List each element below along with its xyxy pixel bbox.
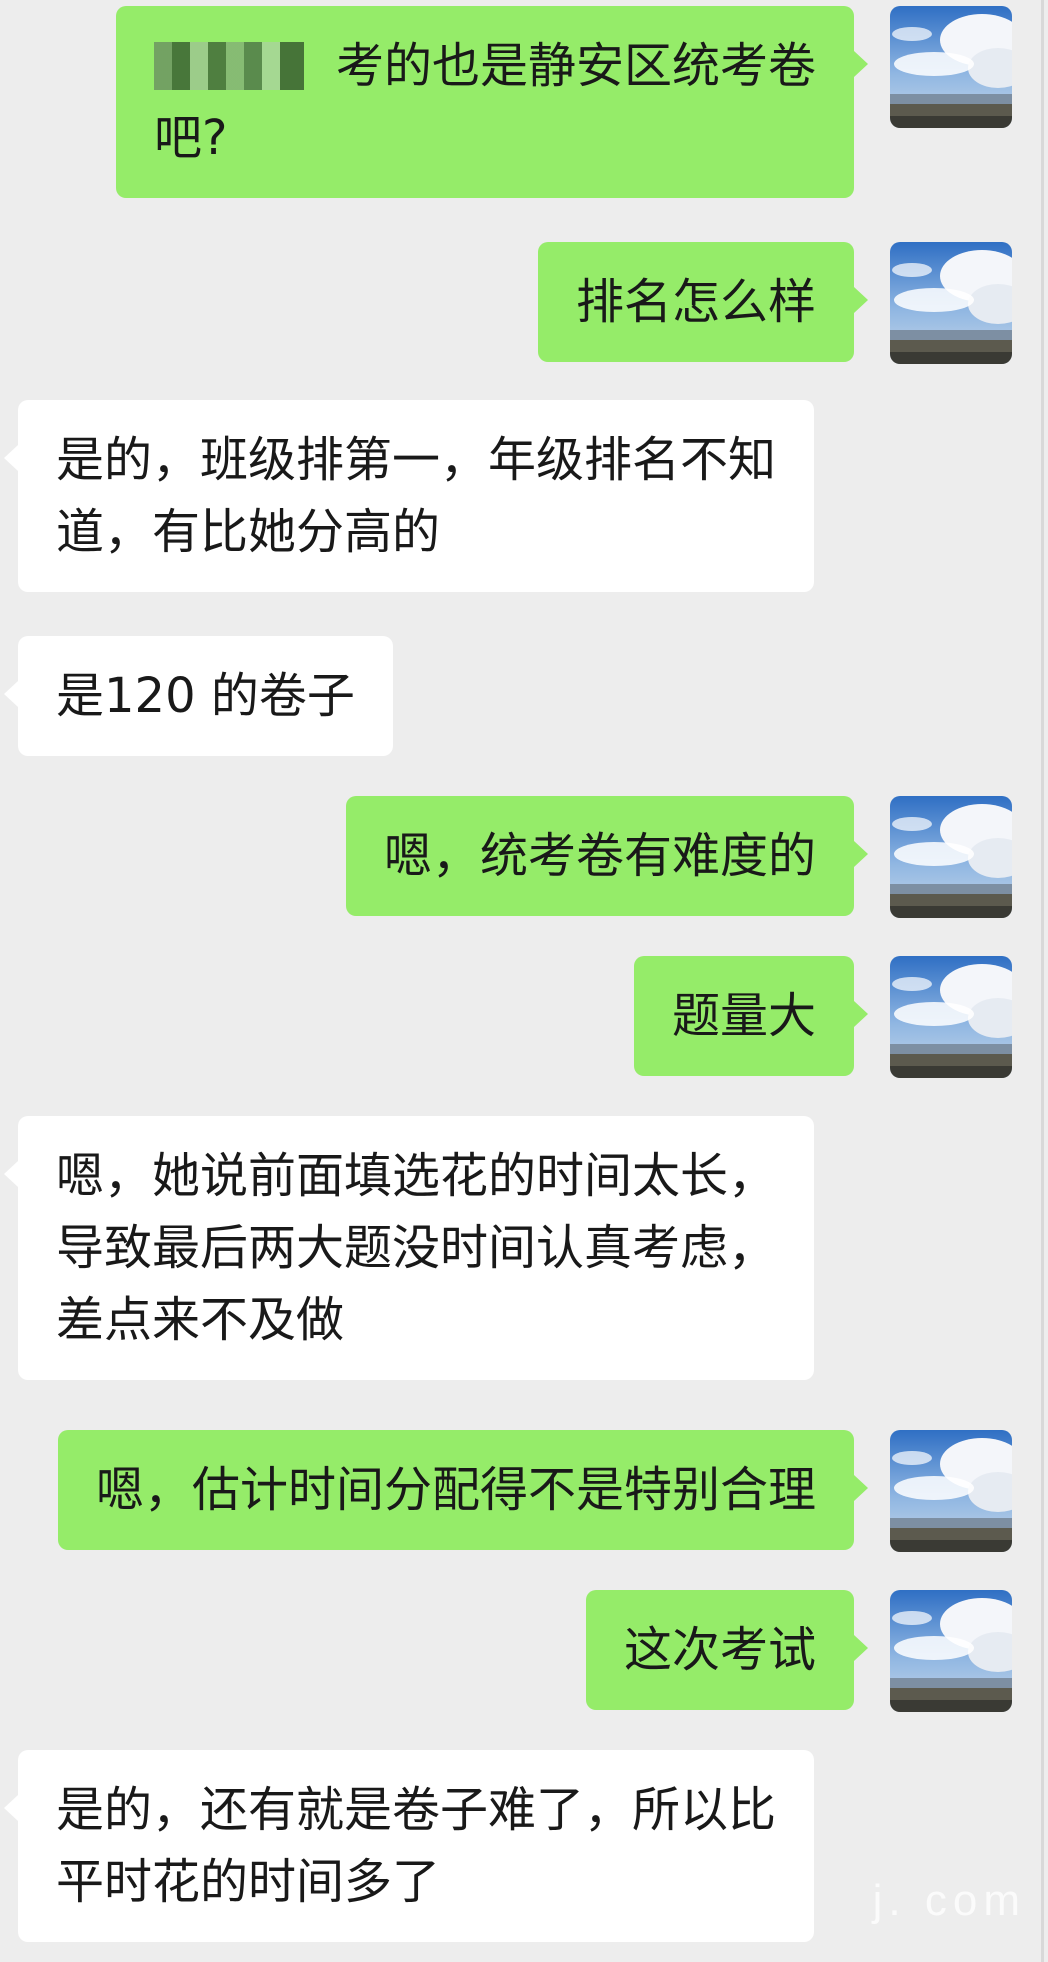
message-text: 道，有比她分高的 — [56, 504, 441, 560]
avatar[interactable] — [890, 1430, 1012, 1552]
message-bubble[interactable]: 题量大 — [633, 956, 869, 1076]
message-bubble[interactable]: 嗯，估计时间分配得不是特别合理 — [57, 1430, 869, 1550]
message-text-line: 嗯，估计时间分配得不是特别合理 — [96, 1454, 816, 1526]
sky-landscape-icon — [890, 796, 1012, 918]
message-bubble[interactable]: 是120 的卷子 — [4, 636, 393, 756]
redacted-name — [153, 42, 304, 90]
message-text-line: 平时花的时间多了 — [56, 1846, 776, 1918]
message-text: 排名怎么样 — [575, 274, 816, 330]
message-bubble[interactable]: 嗯，统考卷有难度的 — [345, 796, 869, 916]
sky-landscape-icon — [890, 956, 1012, 1078]
chat-message-list[interactable]: 考的也是静安区统考卷 吧? 排名怎么样 是的，班级排第一，年级排名不知 道，有比… — [0, 0, 1048, 1962]
message-text: 是的，还有就是卷子难了，所以比 — [56, 1782, 777, 1838]
message-text-line: 是的，还有就是卷子难了，所以比 — [56, 1774, 776, 1846]
message-text: 吧? — [153, 110, 228, 166]
avatar[interactable] — [890, 6, 1012, 128]
message-text: 嗯，她说前面填选花的时间太长， — [56, 1148, 777, 1204]
sky-landscape-icon — [890, 6, 1012, 128]
watermark: j. com — [872, 1876, 1026, 1925]
message-text: 考的也是静安区统考卷 — [335, 38, 816, 94]
message-text-line: 嗯，统考卷有难度的 — [384, 820, 816, 892]
message-text-line: 嗯，她说前面填选花的时间太长， — [56, 1140, 776, 1212]
message-text: 这次考试 — [623, 1622, 816, 1678]
message-bubble[interactable]: 嗯，她说前面填选花的时间太长， 导致最后两大题没时间认真考虑， 差点来不及做 — [3, 1116, 815, 1380]
message-bubble[interactable]: 是的，还有就是卷子难了，所以比 平时花的时间多了 — [3, 1750, 815, 1942]
avatar[interactable] — [890, 956, 1012, 1078]
message-text: 嗯，统考卷有难度的 — [383, 828, 816, 884]
message-text: 导致最后两大题没时间认真考虑， — [56, 1220, 777, 1276]
message-text-line: 考的也是静安区统考卷 — [153, 30, 816, 102]
right-edge-divider — [1041, 0, 1044, 1962]
message-bubble[interactable]: 是的，班级排第一，年级排名不知 道，有比她分高的 — [3, 400, 815, 592]
message-text-line: 排名怎么样 — [576, 266, 816, 338]
message-text: 平时花的时间多了 — [56, 1854, 441, 1910]
message-text-line: 差点来不及做 — [56, 1284, 776, 1356]
avatar[interactable] — [890, 796, 1012, 918]
message-text-line: 导致最后两大题没时间认真考虑， — [56, 1212, 776, 1284]
message-text-line: 题量大 — [672, 980, 816, 1052]
message-bubble[interactable]: 考的也是静安区统考卷吧? — [115, 6, 869, 198]
message-text-line: 这次考试 — [624, 1614, 816, 1686]
message-text-line: 是120 的卷子 — [56, 660, 355, 732]
sky-landscape-icon — [890, 1590, 1012, 1712]
message-text: 是120 的卷子 — [56, 668, 355, 724]
message-text-line: 道，有比她分高的 — [56, 496, 776, 568]
sky-landscape-icon — [890, 242, 1012, 364]
message-text: 嗯，估计时间分配得不是特别合理 — [95, 1462, 816, 1518]
message-text-line: 吧? — [154, 102, 816, 174]
avatar[interactable] — [890, 242, 1012, 364]
message-text: 是的，班级排第一，年级排名不知 — [56, 432, 777, 488]
message-bubble[interactable]: 这次考试 — [585, 1590, 869, 1710]
avatar[interactable] — [890, 1590, 1012, 1712]
message-bubble[interactable]: 排名怎么样 — [537, 242, 869, 362]
sky-landscape-icon — [890, 1430, 1012, 1552]
message-text: 差点来不及做 — [56, 1292, 345, 1348]
message-text: 题量大 — [671, 988, 816, 1044]
message-text-line: 是的，班级排第一，年级排名不知 — [56, 424, 776, 496]
